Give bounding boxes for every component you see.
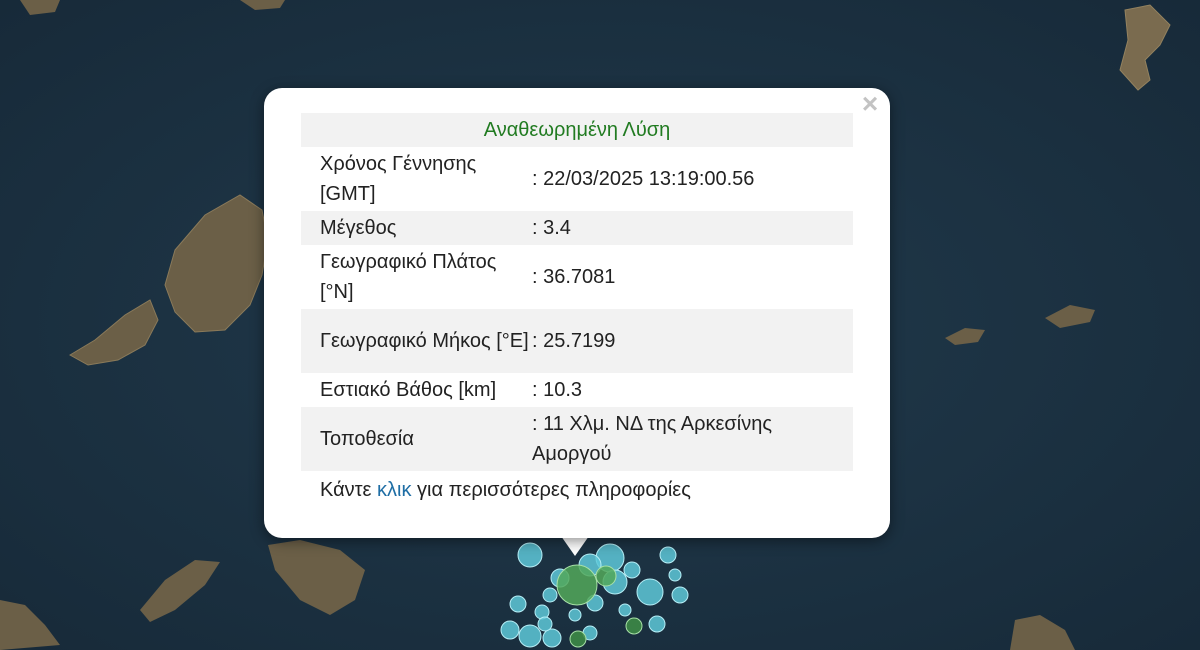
magnitude-label: Μέγεθος xyxy=(301,211,532,245)
quake-marker[interactable] xyxy=(618,603,632,617)
quake-marker-green[interactable] xyxy=(595,565,617,587)
more-info-suffix: για περισσότερες πληροφορίες xyxy=(411,479,691,501)
location-label: Τοποθεσία xyxy=(301,407,532,471)
popup-tip xyxy=(561,536,589,556)
more-info-prefix: Κάντε xyxy=(320,479,378,501)
popup-header-row: Αναθεωρημένη Λύση xyxy=(301,113,853,147)
table-row: Γεωγραφικό Πλάτος [°N] : 36.7081 xyxy=(301,245,853,309)
longitude-label: Γεωγραφικό Μήκος [°E] xyxy=(301,309,532,373)
origin-time-value: : 22/03/2025 13:19:00.56 xyxy=(532,168,755,190)
origin-time-label: Χρόνος Γέννησης [GMT] xyxy=(320,153,477,205)
table-row: Εστιακό Βάθος [km] : 10.3 xyxy=(301,373,853,407)
longitude-value: : 25.7199 xyxy=(532,309,853,373)
quake-marker[interactable] xyxy=(500,620,520,640)
latitude-value: : 36.7081 xyxy=(532,266,616,288)
table-row: Τοποθεσία : 11 Χλμ. ΝΔ της Αρκεσίνης Αμο… xyxy=(301,407,853,471)
quake-marker[interactable] xyxy=(517,542,543,568)
quake-marker[interactable] xyxy=(636,578,664,606)
quake-marker[interactable] xyxy=(671,586,689,604)
location-value: : 11 Χλμ. ΝΔ της Αρκεσίνης Αμοργού xyxy=(532,407,853,471)
quake-marker[interactable] xyxy=(568,608,582,622)
quake-marker-green[interactable] xyxy=(569,630,587,648)
quake-marker[interactable] xyxy=(668,568,682,582)
earthquake-info-table: Αναθεωρημένη Λύση Χρόνος Γέννησης [GMT] … xyxy=(301,113,853,471)
table-row: Μέγεθος : 3.4 xyxy=(301,211,853,245)
quake-marker[interactable] xyxy=(542,587,558,603)
earthquake-popup: × Αναθεωρημένη Λύση Χρόνος Γέννησης [GMT… xyxy=(264,88,890,538)
quake-marker-green[interactable] xyxy=(556,564,598,606)
depth-value: : 10.3 xyxy=(532,379,583,401)
quake-marker[interactable] xyxy=(518,624,542,648)
close-icon[interactable]: × xyxy=(858,90,882,118)
depth-label: Εστιακό Βάθος [km] xyxy=(320,379,497,401)
latitude-label: Γεωγραφικό Πλάτος [°N] xyxy=(320,251,497,303)
magnitude-value: : 3.4 xyxy=(532,211,853,245)
quake-marker[interactable] xyxy=(537,616,553,632)
table-row: Χρόνος Γέννησης [GMT] : 22/03/2025 13:19… xyxy=(301,147,853,211)
quake-marker[interactable] xyxy=(623,561,641,579)
quake-marker[interactable] xyxy=(648,615,666,633)
quake-marker[interactable] xyxy=(509,595,527,613)
more-info-link[interactable]: κλικ xyxy=(377,479,411,501)
quake-marker[interactable] xyxy=(659,546,677,564)
table-row: Γεωγραφικό Μήκος [°E] : 25.7199 xyxy=(301,309,853,373)
popup-header: Αναθεωρημένη Λύση xyxy=(301,113,853,147)
quake-marker[interactable] xyxy=(542,628,562,648)
quake-marker-green[interactable] xyxy=(625,617,643,635)
more-info-text: Κάντε κλικ για περισσότερες πληροφορίες xyxy=(320,479,691,502)
